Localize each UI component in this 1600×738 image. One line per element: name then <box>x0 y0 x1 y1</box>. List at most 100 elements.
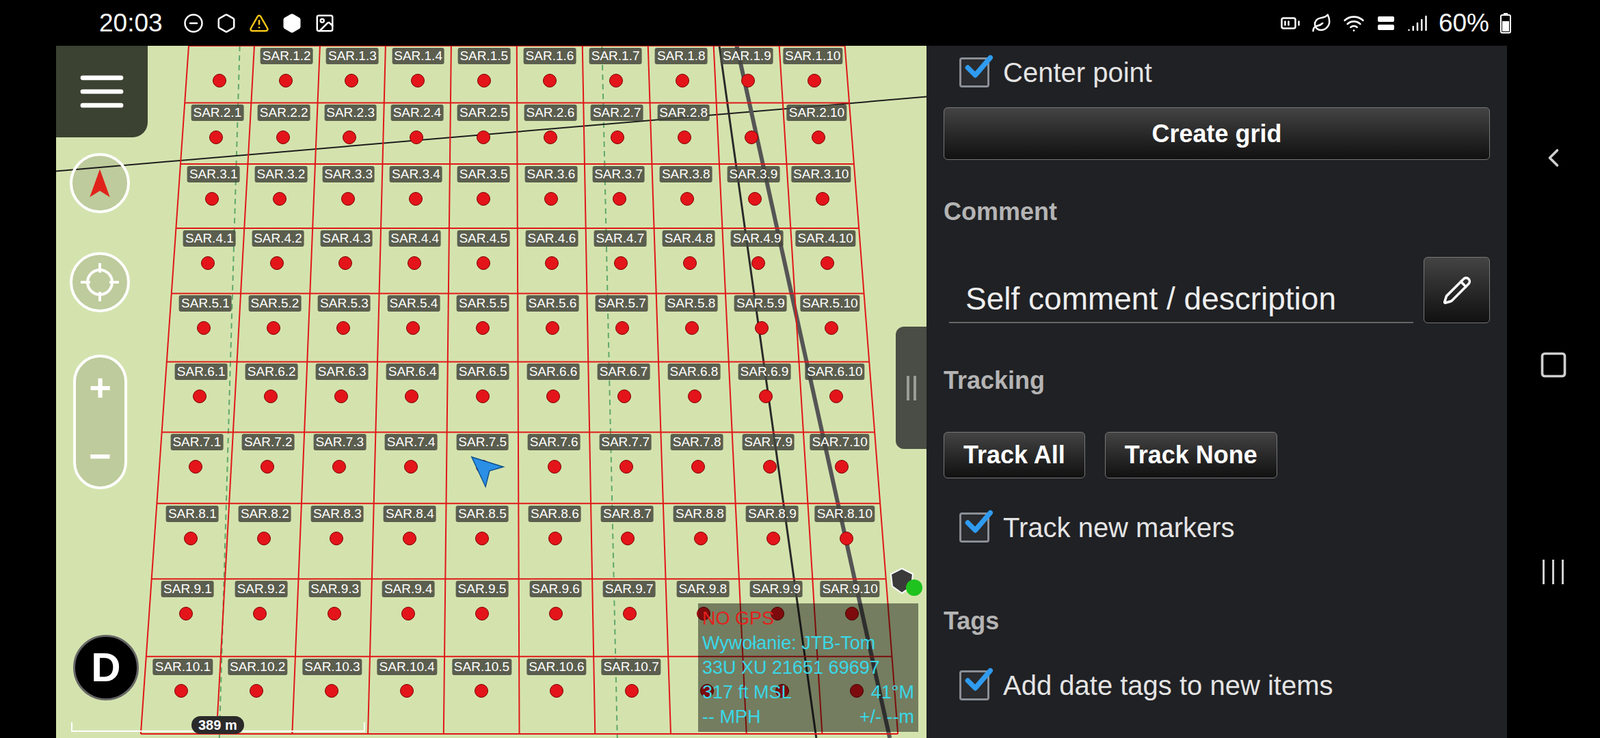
tracking-button[interactable]: Track All <box>943 432 1086 479</box>
grid-cell-label[interactable]: SAR.9.10 <box>819 581 880 598</box>
grid-cell-label[interactable]: SAR.10.2 <box>227 659 288 676</box>
grid-center-dot[interactable] <box>407 256 422 271</box>
grid-cell-label[interactable]: SAR.6.2 <box>245 363 299 381</box>
grid-cell-label[interactable]: SAR.2.10 <box>787 104 847 122</box>
grid-cell-label[interactable]: SAR.1.2 <box>260 47 314 65</box>
grid-center-dot[interactable] <box>400 684 414 699</box>
grid-cell-label[interactable]: SAR.6.7 <box>597 363 651 381</box>
app-logo[interactable]: D <box>73 635 139 701</box>
grid-center-dot[interactable] <box>815 192 830 206</box>
grid-center-dot[interactable] <box>324 684 339 699</box>
grid-center-dot[interactable] <box>548 531 563 546</box>
grid-cell-label[interactable]: SAR.8.2 <box>238 505 292 523</box>
grid-center-dot[interactable] <box>205 192 219 206</box>
grid-center-dot[interactable] <box>179 607 193 621</box>
checkbox[interactable] <box>959 670 990 701</box>
grid-cell-label[interactable]: SAR.4.1 <box>183 230 236 247</box>
grid-center-dot[interactable] <box>617 389 632 404</box>
grid-center-dot[interactable] <box>476 130 491 145</box>
grid-center-dot[interactable] <box>402 531 417 546</box>
grid-cell-label[interactable]: SAR.9.3 <box>308 581 362 598</box>
grid-center-dot[interactable] <box>549 607 563 621</box>
grid-cell-label[interactable]: SAR.10.3 <box>302 659 362 676</box>
grid-center-dot[interactable] <box>476 192 491 206</box>
grid-cell-label[interactable]: SAR.9.2 <box>235 581 288 598</box>
grid-center-dot[interactable] <box>612 192 627 206</box>
grid-center-dot[interactable] <box>677 130 692 145</box>
checkbox[interactable] <box>959 57 990 88</box>
grid-cell-label[interactable]: SAR.3.8 <box>659 166 713 183</box>
grid-center-dot[interactable] <box>766 531 781 546</box>
menu-button[interactable] <box>56 45 148 138</box>
grid-center-dot[interactable] <box>754 321 769 336</box>
grid-cell-label[interactable]: SAR.10.7 <box>601 659 661 676</box>
grid-center-dot[interactable] <box>622 607 637 621</box>
grid-center-dot[interactable] <box>475 607 489 621</box>
grid-cell-label[interactable]: SAR.7.1 <box>170 434 223 451</box>
checkbox-row[interactable]: Track new markers <box>959 510 1490 545</box>
grid-center-dot[interactable] <box>544 192 558 206</box>
grid-cell-label[interactable]: SAR.5.6 <box>526 295 580 312</box>
grid-center-dot[interactable] <box>401 607 416 621</box>
checkbox-row[interactable]: Add date tags to new items <box>959 668 1490 703</box>
grid-center-dot[interactable] <box>404 389 419 404</box>
recents-icon[interactable] <box>1538 557 1569 588</box>
grid-cell-label[interactable]: SAR.5.1 <box>179 295 232 312</box>
grid-center-dot[interactable] <box>196 321 211 336</box>
grid-cell-label[interactable]: SAR.2.4 <box>391 104 444 122</box>
grid-cell-label[interactable]: SAR.6.10 <box>804 363 865 381</box>
grid-center-dot[interactable] <box>272 192 287 206</box>
grid-center-dot[interactable] <box>409 130 424 145</box>
grid-cell-label[interactable]: SAR.3.6 <box>524 166 578 183</box>
grid-center-dot[interactable] <box>758 389 773 404</box>
grid-center-dot[interactable] <box>744 130 759 145</box>
grid-center-dot[interactable] <box>344 73 359 88</box>
grid-center-dot[interactable] <box>751 256 766 271</box>
grid-cell-label[interactable]: SAR.3.4 <box>389 166 443 183</box>
grid-cell-label[interactable]: SAR.10.4 <box>377 659 437 676</box>
checkbox-row[interactable]: Center point <box>959 55 1490 90</box>
grid-cell-label[interactable]: SAR.5.9 <box>734 295 788 312</box>
grid-center-dot[interactable] <box>475 531 489 546</box>
grid-center-dot[interactable] <box>336 321 351 336</box>
grid-center-dot[interactable] <box>252 607 267 621</box>
tracking-button[interactable]: Track None <box>1104 432 1278 479</box>
marker-icon[interactable] <box>888 567 922 601</box>
grid-center-dot[interactable] <box>188 460 203 474</box>
grid-cell-label[interactable]: SAR.1.5 <box>457 47 511 65</box>
grid-center-dot[interactable] <box>276 130 290 145</box>
grid-cell-label[interactable]: SAR.8.9 <box>745 505 799 523</box>
grid-cell-label[interactable]: SAR.3.3 <box>322 166 375 183</box>
grid-center-dot[interactable] <box>477 73 491 88</box>
grid-cell-label[interactable]: SAR.8.6 <box>528 505 582 523</box>
grid-cell-label[interactable]: SAR.7.8 <box>670 434 724 451</box>
grid-cell-label[interactable]: SAR.3.7 <box>592 166 645 183</box>
grid-cell-label[interactable]: SAR.5.5 <box>456 295 510 312</box>
grid-cell-label[interactable]: SAR.7.5 <box>456 434 509 451</box>
grid-cell-label[interactable]: SAR.4.2 <box>251 230 305 247</box>
grid-cell-label[interactable]: SAR.1.6 <box>523 47 577 65</box>
grid-center-dot[interactable] <box>685 321 699 336</box>
edit-comment-button[interactable] <box>1423 257 1490 324</box>
grid-cell-label[interactable]: SAR.2.3 <box>324 104 377 122</box>
grid-center-dot[interactable] <box>263 389 278 404</box>
grid-center-dot[interactable] <box>834 460 849 474</box>
grid-center-dot[interactable] <box>829 389 844 404</box>
grid-center-dot[interactable] <box>811 130 826 145</box>
grid-cell-label[interactable]: SAR.4.8 <box>662 230 716 247</box>
grid-center-dot[interactable] <box>209 130 223 145</box>
grid-center-dot[interactable] <box>201 256 215 271</box>
grid-cell-label[interactable]: SAR.2.2 <box>257 104 311 122</box>
grid-center-dot[interactable] <box>270 256 284 271</box>
grid-cell-label[interactable]: SAR.4.5 <box>456 230 510 247</box>
grid-center-dot[interactable] <box>620 531 635 546</box>
zoom-in-button[interactable]: + <box>88 367 112 409</box>
grid-cell-label[interactable]: SAR.3.10 <box>791 166 851 183</box>
home-icon[interactable] <box>1538 350 1569 381</box>
grid-cell-label[interactable]: SAR.2.6 <box>523 104 577 122</box>
grid-center-dot[interactable] <box>542 73 557 88</box>
grid-cell-label[interactable]: SAR.7.3 <box>313 434 366 451</box>
grid-center-dot[interactable] <box>260 460 275 474</box>
grid-center-dot[interactable] <box>741 73 755 88</box>
grid-cell-label[interactable]: SAR.10.5 <box>451 659 512 676</box>
